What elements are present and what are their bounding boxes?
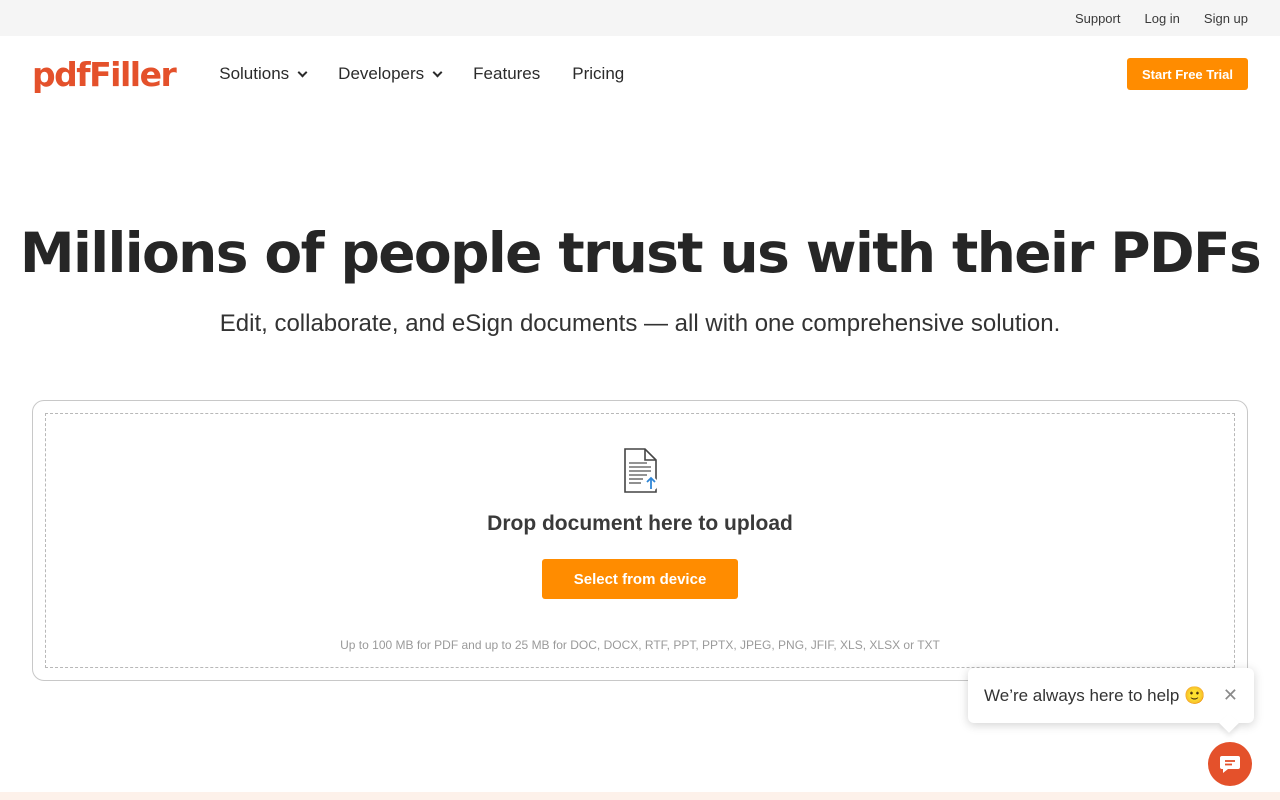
document-upload-icon bbox=[624, 448, 658, 493]
nav-item-label: Features bbox=[473, 64, 541, 83]
start-free-trial-button[interactable]: Start Free Trial bbox=[1127, 58, 1248, 90]
chat-launcher-button[interactable] bbox=[1208, 742, 1252, 786]
drop-instructions: Drop document here to upload bbox=[487, 512, 793, 535]
file-size-limits: Up to 100 MB for PDF and up to 25 MB for… bbox=[340, 638, 940, 652]
nav-item-solutions[interactable]: Solutions bbox=[219, 64, 308, 84]
next-section-band bbox=[0, 792, 1280, 800]
select-from-device-button[interactable]: Select from device bbox=[542, 559, 738, 599]
nav-item-developers[interactable]: Developers bbox=[338, 64, 443, 84]
help-tooltip: We’re always here to help 🙂 ✕ bbox=[968, 668, 1254, 723]
nav-item-label: Solutions bbox=[219, 64, 290, 83]
chat-icon bbox=[1220, 756, 1240, 773]
hero-subtitle: Edit, collaborate, and eSign documents —… bbox=[219, 310, 1061, 337]
upload-panel: Drop document here to upload Select from… bbox=[32, 400, 1248, 681]
signup-link[interactable]: Sign up bbox=[1204, 11, 1248, 26]
upload-dropzone[interactable]: Drop document here to upload Select from… bbox=[45, 413, 1235, 668]
nav-item-pricing[interactable]: Pricing bbox=[572, 64, 624, 84]
chevron-down-icon bbox=[297, 67, 308, 77]
logo[interactable]: pdfFiller bbox=[32, 58, 177, 91]
nav-item-label: Pricing bbox=[572, 64, 625, 83]
hero-title: Millions of people trust us with their P… bbox=[19, 221, 1262, 285]
top-utility-bar: Support Log in Sign up bbox=[0, 0, 1280, 36]
nav-item-features[interactable]: Features bbox=[473, 64, 540, 84]
login-link[interactable]: Log in bbox=[1144, 11, 1179, 26]
support-link[interactable]: Support bbox=[1075, 11, 1121, 26]
nav-item-label: Developers bbox=[338, 64, 425, 83]
close-icon[interactable]: ✕ bbox=[1223, 685, 1238, 705]
main-navigation: pdfFiller Solutions Developers Features … bbox=[0, 36, 1280, 112]
chevron-down-icon bbox=[432, 67, 443, 77]
help-message: We’re always here to help 🙂 bbox=[984, 685, 1206, 705]
